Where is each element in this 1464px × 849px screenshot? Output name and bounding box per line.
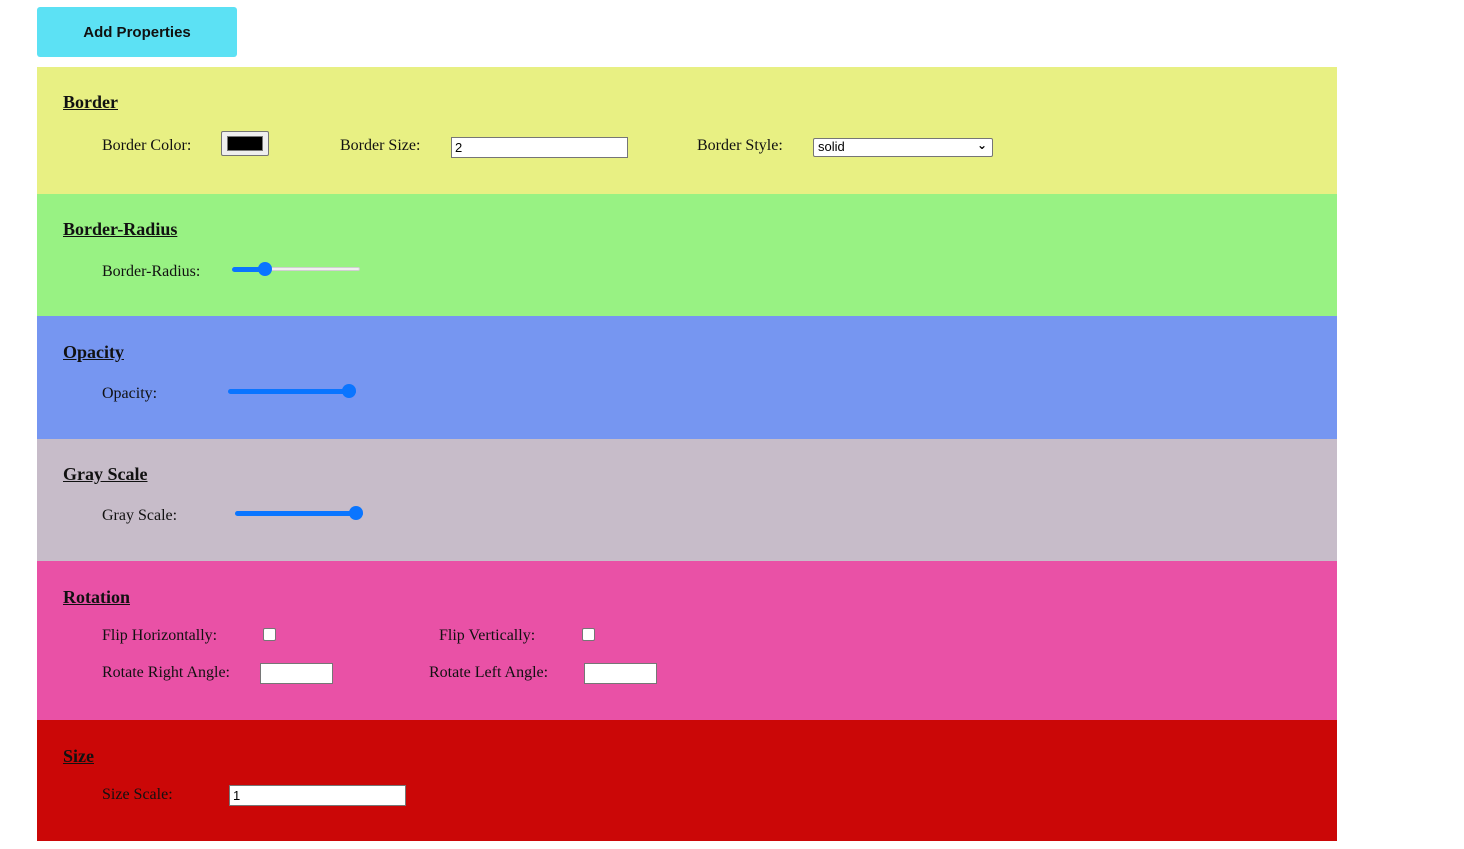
gray-scale-panel: Gray Scale Gray Scale:	[37, 439, 1337, 561]
border-radius-heading: Border-Radius	[63, 219, 178, 239]
chevron-down-icon: ⌄	[976, 138, 987, 152]
slider-thumb[interactable]	[342, 384, 356, 398]
slider-fill	[228, 389, 356, 394]
border-heading: Border	[63, 92, 118, 112]
border-style-select[interactable]: solid ⌄	[813, 138, 993, 157]
size-heading: Size	[63, 746, 94, 766]
rotation-panel: Rotation Flip Horizontally: Flip Vertica…	[37, 561, 1337, 720]
rotate-right-label: Rotate Right Angle:	[102, 664, 230, 681]
flip-horizontally-label: Flip Horizontally:	[102, 627, 218, 644]
color-swatch-fill	[227, 136, 263, 151]
flip-horizontally-checkbox[interactable]	[263, 628, 276, 641]
border-style-label: Border Style:	[697, 137, 783, 154]
border-style-value: solid	[818, 139, 845, 154]
rotate-left-input[interactable]	[584, 663, 657, 684]
add-properties-button[interactable]: Add Properties	[37, 7, 237, 57]
opacity-slider[interactable]	[228, 383, 356, 399]
gray-scale-slider[interactable]	[235, 505, 363, 521]
size-panel: Size Size Scale:	[37, 720, 1337, 841]
slider-fill	[235, 511, 363, 516]
opacity-label: Opacity:	[102, 385, 158, 402]
size-scale-input[interactable]	[229, 785, 406, 806]
opacity-heading: Opacity	[63, 342, 124, 362]
border-color-label: Border Color:	[102, 137, 192, 154]
slider-thumb[interactable]	[349, 506, 363, 520]
rotation-heading: Rotation	[63, 587, 130, 607]
border-radius-panel: Border-Radius Border-Radius:	[37, 194, 1337, 316]
rotate-right-input[interactable]	[260, 663, 333, 684]
gray-scale-heading: Gray Scale	[63, 464, 148, 484]
rotate-left-label: Rotate Left Angle:	[429, 664, 549, 681]
slider-thumb[interactable]	[258, 262, 272, 276]
border-size-input[interactable]	[451, 137, 628, 158]
size-scale-label: Size Scale:	[102, 786, 173, 803]
gray-scale-label: Gray Scale:	[102, 507, 178, 524]
border-radius-slider[interactable]	[232, 261, 360, 277]
border-size-label: Border Size:	[340, 137, 421, 154]
flip-vertically-checkbox[interactable]	[582, 628, 595, 641]
flip-vertically-label: Flip Vertically:	[439, 627, 536, 644]
border-panel: Border Border Color: Border Size: Border…	[37, 67, 1337, 194]
border-radius-label: Border-Radius:	[102, 263, 201, 280]
opacity-panel: Opacity Opacity:	[37, 316, 1337, 439]
border-color-picker[interactable]	[221, 131, 269, 156]
